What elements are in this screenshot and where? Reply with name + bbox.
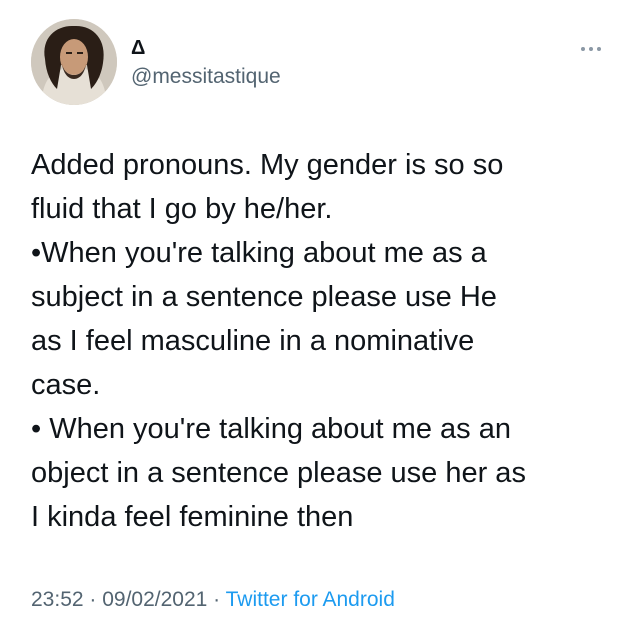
tweet-date[interactable]: 09/02/2021 bbox=[102, 588, 207, 611]
tweet-text-line: • When you're talking about me as an bbox=[31, 413, 511, 445]
tweet-time[interactable]: 23:52 bbox=[31, 588, 84, 611]
tweet-text-line: object in a sentence please use her as bbox=[31, 457, 526, 489]
tweet-text-line: Added pronouns. My gender is so so bbox=[31, 149, 504, 181]
display-name[interactable]: Δ bbox=[131, 36, 145, 60]
tweet-text-line: •When you're talking about me as a bbox=[31, 237, 487, 269]
tweet-text-line: case. bbox=[31, 369, 101, 401]
tweet-text-line: fluid that I go by he/her. bbox=[31, 193, 333, 225]
avatar-portrait-image bbox=[31, 19, 117, 105]
tweet-text: Added pronouns. My gender is so so fluid… bbox=[31, 143, 621, 539]
meta-separator: · bbox=[207, 588, 226, 611]
user-handle[interactable]: @messitastique bbox=[131, 64, 281, 90]
more-dots-icon[interactable] bbox=[578, 42, 604, 56]
tweet-text-line: as I feel masculine in a nominative bbox=[31, 325, 475, 357]
tweet-text-line: I kinda feel feminine then bbox=[31, 501, 354, 533]
meta-separator: · bbox=[83, 588, 103, 611]
tweet-card: Δ @messitastique Added pronouns. My gend… bbox=[0, 0, 640, 628]
source-link[interactable]: Twitter for Android bbox=[226, 588, 395, 611]
tweet-text-line: subject in a sentence please use He bbox=[31, 281, 497, 313]
tweet-meta: 23:52 · 09/02/2021 · Twitter for Android bbox=[31, 587, 395, 613]
avatar[interactable] bbox=[31, 19, 117, 105]
